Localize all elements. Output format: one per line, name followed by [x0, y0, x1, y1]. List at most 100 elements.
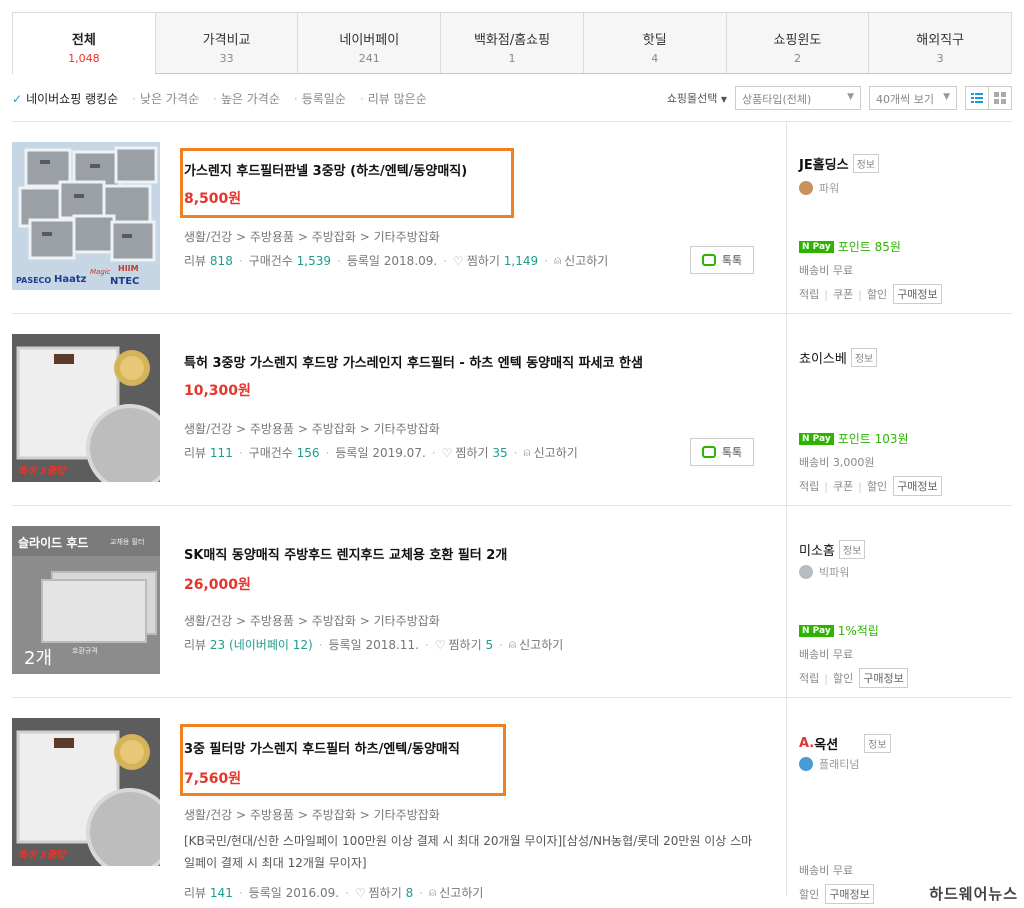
zzim-count: 5 — [485, 637, 494, 652]
seller-info: A. 옥션 정보 플래티넘 배송비 무료 할인 구매정보 — [786, 698, 1006, 904]
review-count[interactable]: 23 — [210, 638, 225, 652]
heart-icon[interactable]: ♡ — [442, 446, 453, 460]
chat-icon — [701, 254, 716, 266]
product-category[interactable]: 생활/건강 > 주방용품 > 주방잡화 > 기타주방잡화 — [184, 228, 440, 245]
separator: · — [213, 91, 217, 106]
filter-tabs: 전체 1,048 가격비교 33 네이버페이 241 백화점/홈쇼핑 1 핫딜 4 쇼핑윈… — [12, 12, 1012, 74]
tab-all[interactable]: 전체 1,048 — [13, 13, 155, 74]
mall-select-label: 쇼핑몰선택 — [666, 92, 718, 105]
tab-naverpay[interactable]: 네이버페이 241 — [297, 13, 441, 73]
product-type-select[interactable]: 상품타입(전체) ▼ — [735, 86, 861, 110]
product-thumbnail[interactable]: 슬라이드 후드 교체용 필터 2개 호환규격 — [12, 526, 160, 674]
purchase-info-button[interactable]: 구매정보 — [859, 668, 908, 688]
talktalk-button[interactable]: 톡톡 — [690, 246, 754, 274]
bell-icon: ⍝ — [523, 445, 531, 459]
product-meta: 리뷰 23 (네이버페이 12) · 등록일 2018.11. · ♡ 찜하기 5… — [184, 636, 563, 653]
seller-info-badge[interactable]: 정보 — [850, 348, 878, 367]
chevron-down-icon: ▼ — [943, 92, 950, 102]
product-category[interactable]: 생활/건강 > 주방용품 > 주방잡화 > 기타주방잡화 — [184, 420, 440, 437]
tab-department[interactable]: 백화점/홈쇼핑 1 — [440, 13, 583, 73]
seller-name[interactable]: 옥션 — [814, 734, 838, 753]
npay-icon: N Pay — [799, 624, 834, 637]
product-title[interactable]: SK매직 동양매직 주방후드 렌지후드 교체용 호환 필터 2개 — [184, 544, 507, 563]
purchase-info-button[interactable]: 구매정보 — [893, 476, 942, 496]
product-thumbnail[interactable]: 특허 3중망 — [12, 718, 160, 866]
product-thumbnail[interactable]: PASECO Haatz Magic HIIM NTEC — [12, 142, 160, 290]
report-link[interactable]: 신고하기 — [534, 444, 578, 461]
seller-name[interactable]: 미소홈 — [799, 540, 835, 559]
seller-info-badge[interactable]: 정보 — [852, 154, 880, 173]
npay-icon: N Pay — [799, 432, 834, 445]
sort-low-price[interactable]: 낮은 가격순 — [140, 90, 199, 107]
product-item: 슬라이드 후드 교체용 필터 2개 호환규격 SK매직 동양매직 주방후드 렌지… — [12, 506, 1012, 698]
sort-date[interactable]: 등록일순 — [302, 90, 346, 107]
seller-name[interactable]: 쵸이스베 — [799, 348, 847, 367]
zzim-label[interactable]: 찜하기 — [369, 884, 402, 901]
seller-info-badge[interactable]: 정보 — [838, 540, 866, 559]
thumb-label: 특허 3중망 — [18, 850, 66, 861]
separator: | — [824, 479, 828, 493]
thumb-title: 슬라이드 후드 — [18, 536, 89, 550]
brand-logo-paseco: PASECO — [16, 276, 52, 285]
seller-name-row: A. 옥션 정보 — [799, 734, 891, 753]
review-count[interactable]: 141 — [210, 886, 233, 900]
grid-view-button[interactable] — [988, 86, 1012, 110]
separator: · — [325, 445, 330, 460]
sort-ranking[interactable]: 네이버쇼핑 랭킹순 — [26, 90, 118, 107]
review-count[interactable]: 111 — [210, 446, 233, 460]
product-category[interactable]: 생활/건강 > 주방용품 > 주방잡화 > 기타주방잡화 — [184, 612, 440, 629]
seller-info: JE홀딩스 정보 파워 N Pay 포인트 85원 배송비 무료 적립 | 쿠폰 | 할… — [786, 122, 1006, 313]
seller-grade: 플래티넘 — [799, 756, 859, 772]
filter-mesh-image — [12, 334, 160, 482]
separator: · — [419, 885, 424, 900]
report-link[interactable]: 신고하기 — [519, 636, 563, 653]
product-category[interactable]: 생활/건강 > 주방용품 > 주방잡화 > 기타주방잡화 — [184, 806, 440, 823]
product-type-value: 상품타입(전체) — [742, 93, 812, 106]
thumb-label: 특허 3중망 — [18, 466, 66, 477]
purchase-info-button[interactable]: 구매정보 — [893, 284, 942, 304]
heart-icon[interactable]: ♡ — [453, 254, 464, 268]
bell-icon: ⍝ — [429, 885, 437, 899]
tab-count: 1 — [508, 52, 516, 65]
review-label: 리뷰 — [184, 886, 207, 900]
report-link[interactable]: 신고하기 — [439, 884, 483, 901]
silver-medal-icon — [799, 565, 813, 579]
per-page-select[interactable]: 40개씩 보기 ▼ — [869, 86, 957, 110]
purchase-info-button[interactable]: 구매정보 — [825, 884, 874, 904]
shipping-fee: 배송비 무료 — [799, 864, 854, 877]
thumb-count: 2개 — [24, 648, 53, 669]
bell-icon: ⍝ — [508, 637, 517, 651]
report-link[interactable]: 신고하기 — [564, 252, 608, 269]
zzim-label[interactable]: 찜하기 — [448, 636, 481, 653]
heart-icon[interactable]: ♡ — [355, 886, 366, 900]
review-count[interactable]: 818 — [210, 254, 233, 268]
talktalk-label: 톡톡 — [721, 446, 743, 459]
zzim-label[interactable]: 찜하기 — [467, 252, 500, 269]
talktalk-button[interactable]: 톡톡 — [690, 438, 754, 466]
caret-down-icon: ▼ — [720, 95, 727, 104]
heart-icon[interactable]: ♡ — [435, 638, 446, 652]
bronze-medal-icon — [799, 181, 813, 195]
separator: · — [238, 885, 243, 900]
seller-info-badge[interactable]: 정보 — [864, 734, 891, 753]
zzim-label[interactable]: 찜하기 — [455, 444, 488, 461]
separator: · — [238, 253, 243, 268]
tab-shopping-window[interactable]: 쇼핑윈도 2 — [725, 13, 869, 73]
list-view-button[interactable] — [965, 86, 989, 110]
mall-select[interactable]: 쇼핑몰선택 ▼ — [667, 90, 727, 106]
benefit-tags: 할인 구매정보 — [799, 884, 874, 904]
npay-icon: N Pay — [799, 240, 834, 253]
tab-price-compare[interactable]: 가격비교 33 — [154, 13, 298, 73]
product-thumbnail[interactable]: 특허 3중망 — [12, 334, 160, 482]
seller-name[interactable]: JE홀딩스 — [799, 154, 849, 173]
separator: · — [424, 637, 429, 652]
sort-high-price[interactable]: 높은 가격순 — [221, 90, 280, 107]
seller-info: 미소홈 정보 빅파워 N Pay 1%적립 배송비 무료 적립 | 할인 구매정보 — [786, 506, 1006, 697]
sort-reviews[interactable]: 리뷰 많은순 — [368, 90, 427, 107]
tab-hotdeal[interactable]: 핫딜 4 — [582, 13, 726, 73]
npay-point: 1%적립 — [837, 624, 879, 638]
product-title[interactable]: 특허 3중망 가스렌지 후드망 가스레인지 후드필터 - 하츠 엔텍 동양매직 … — [184, 352, 643, 371]
product-meta: 리뷰 818 · 구매건수 1,539 · 등록일 2018.09. · ♡ 찜하… — [184, 252, 608, 269]
purchase-count: 1,539 — [296, 253, 332, 268]
tab-overseas[interactable]: 해외직구 3 — [868, 13, 1012, 73]
